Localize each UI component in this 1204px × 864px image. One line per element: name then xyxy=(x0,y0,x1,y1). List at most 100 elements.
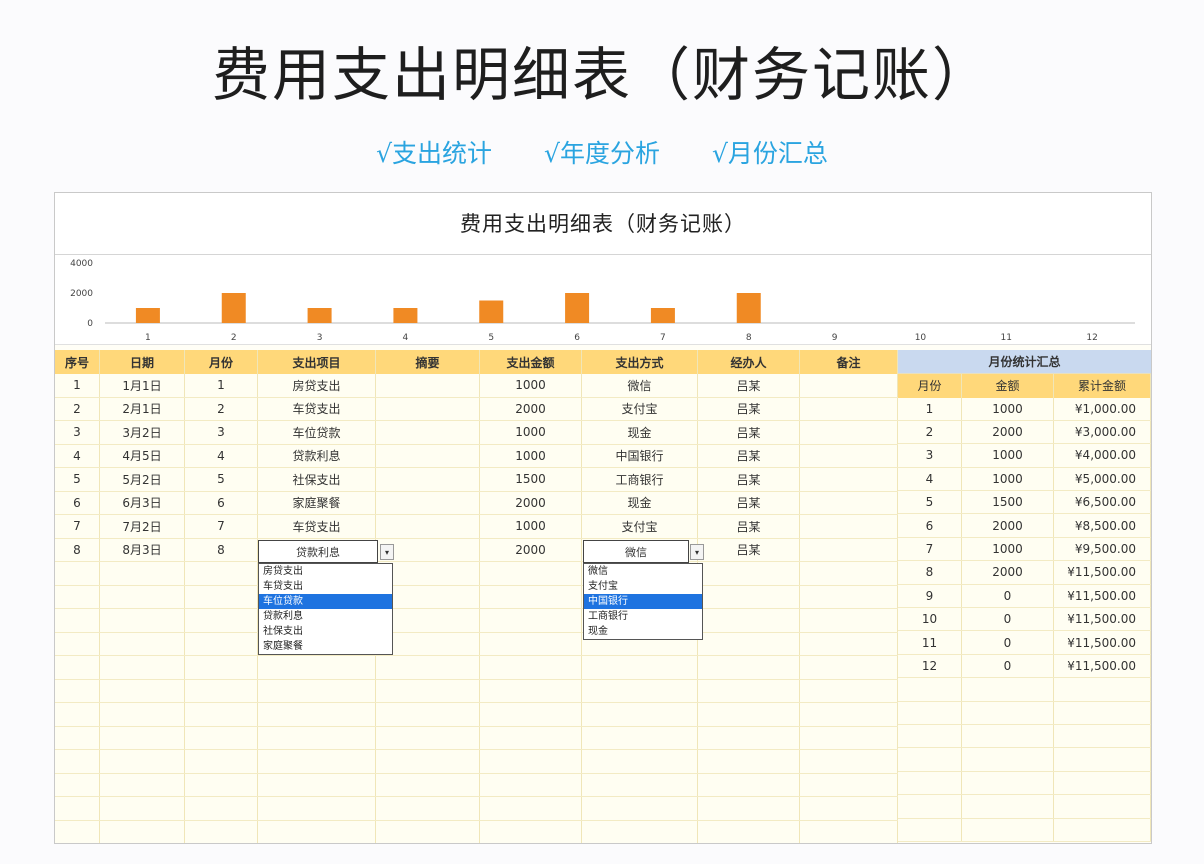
cell-col-amount[interactable]: 1000 xyxy=(480,515,582,538)
cell-col-handler[interactable]: 吕某 xyxy=(698,491,800,514)
empty-cell[interactable] xyxy=(962,748,1054,771)
summary-cell-cumulative[interactable]: ¥5,000.00 xyxy=(1054,467,1151,491)
cell-col-amount[interactable]: 2000 xyxy=(480,397,582,420)
summary-header-amount[interactable]: 金额 xyxy=(962,374,1054,398)
empty-cell[interactable] xyxy=(55,750,100,773)
empty-cell[interactable] xyxy=(55,609,100,632)
empty-cell[interactable] xyxy=(962,818,1054,841)
empty-cell[interactable] xyxy=(258,656,376,679)
empty-cell[interactable] xyxy=(185,797,258,820)
summary-cell-cumulative[interactable]: ¥11,500.00 xyxy=(1054,561,1151,584)
summary-cell-month[interactable]: 11 xyxy=(898,631,962,654)
summary-header-month[interactable]: 月份 xyxy=(898,374,962,398)
header-col-index[interactable]: 序号 xyxy=(55,350,100,374)
summary-cell-month[interactable]: 4 xyxy=(898,467,962,491)
cell-col-remark[interactable] xyxy=(800,538,898,561)
empty-cell[interactable] xyxy=(582,773,698,796)
empty-cell[interactable] xyxy=(185,703,258,726)
empty-cell[interactable] xyxy=(185,632,258,655)
empty-cell[interactable] xyxy=(376,726,480,749)
summary-cell-cumulative[interactable]: ¥11,500.00 xyxy=(1054,608,1151,631)
empty-cell[interactable] xyxy=(800,632,898,655)
empty-cell[interactable] xyxy=(258,820,376,843)
cell-col-handler[interactable]: 吕某 xyxy=(698,515,800,538)
cell-col-month[interactable]: 1 xyxy=(185,374,258,397)
empty-cell[interactable] xyxy=(698,585,800,608)
empty-cell[interactable] xyxy=(100,750,185,773)
cell-col-method[interactable]: 支付宝 xyxy=(582,397,698,420)
empty-cell[interactable] xyxy=(55,679,100,702)
cell-col-month[interactable]: 8 xyxy=(185,538,258,561)
cell-col-month[interactable]: 6 xyxy=(185,491,258,514)
summary-cell-amount[interactable]: 1000 xyxy=(962,537,1054,561)
header-col-remark[interactable]: 备注 xyxy=(800,350,898,374)
header-col-summary[interactable]: 摘要 xyxy=(376,350,480,374)
empty-cell[interactable] xyxy=(1054,818,1151,841)
header-col-month[interactable]: 月份 xyxy=(185,350,258,374)
empty-cell[interactable] xyxy=(1054,795,1151,818)
cell-col-item[interactable]: 车位贷款 xyxy=(258,421,376,444)
header-col-amount[interactable]: 支出金额 xyxy=(480,350,582,374)
empty-cell[interactable] xyxy=(698,609,800,632)
summary-cell-amount[interactable]: 1000 xyxy=(962,467,1054,491)
empty-cell[interactable] xyxy=(480,679,582,702)
bar-2[interactable] xyxy=(221,293,246,323)
empty-cell[interactable] xyxy=(100,820,185,843)
summary-cell-cumulative[interactable]: ¥11,500.00 xyxy=(1054,631,1151,654)
empty-cell[interactable] xyxy=(582,726,698,749)
empty-cell[interactable] xyxy=(698,750,800,773)
empty-cell[interactable] xyxy=(962,795,1054,818)
summary-cell-month[interactable]: 6 xyxy=(898,514,962,537)
cell-col-index[interactable]: 3 xyxy=(55,421,100,444)
cell-col-method[interactable]: 现金 xyxy=(582,421,698,444)
cell-col-handler[interactable]: 吕某 xyxy=(698,421,800,444)
cell-col-date[interactable]: 5月2日 xyxy=(100,468,185,491)
bar-6[interactable] xyxy=(565,293,590,323)
cell-col-index[interactable]: 6 xyxy=(55,491,100,514)
summary-cell-month[interactable]: 12 xyxy=(898,654,962,678)
empty-cell[interactable] xyxy=(698,632,800,655)
empty-cell[interactable] xyxy=(480,562,582,585)
cell-col-item[interactable]: 贷款利息 xyxy=(258,444,376,467)
empty-cell[interactable] xyxy=(962,701,1054,724)
cell-col-summary[interactable] xyxy=(376,444,480,467)
cell-col-amount[interactable]: 1000 xyxy=(480,421,582,444)
cell-col-summary[interactable] xyxy=(376,491,480,514)
cell-col-amount[interactable]: 2000 xyxy=(480,538,582,561)
empty-cell[interactable] xyxy=(1054,701,1151,724)
empty-cell[interactable] xyxy=(962,771,1054,795)
empty-cell[interactable] xyxy=(185,750,258,773)
cell-col-remark[interactable] xyxy=(800,444,898,467)
dropdown-option[interactable]: 贷款利息 xyxy=(259,609,392,624)
dropdown-option[interactable]: 微信 xyxy=(584,564,702,579)
empty-cell[interactable] xyxy=(698,820,800,843)
empty-cell[interactable] xyxy=(100,632,185,655)
cell-col-remark[interactable] xyxy=(800,421,898,444)
dropdown-option[interactable]: 支付宝 xyxy=(584,579,702,594)
empty-cell[interactable] xyxy=(258,679,376,702)
empty-cell[interactable] xyxy=(698,562,800,585)
summary-cell-month[interactable]: 2 xyxy=(898,420,962,444)
empty-cell[interactable] xyxy=(582,797,698,820)
cell-col-index[interactable]: 5 xyxy=(55,468,100,491)
cell-col-item[interactable]: 房贷支出 xyxy=(258,374,376,397)
empty-cell[interactable] xyxy=(100,585,185,608)
empty-cell[interactable] xyxy=(800,820,898,843)
cell-col-item[interactable]: 社保支出 xyxy=(258,468,376,491)
bar-5[interactable] xyxy=(479,300,504,324)
cell-col-method[interactable]: 中国银行 xyxy=(582,444,698,467)
empty-cell[interactable] xyxy=(55,773,100,796)
cell-col-method[interactable]: 支付宝 xyxy=(582,515,698,538)
summary-cell-amount[interactable]: 0 xyxy=(962,654,1054,678)
empty-cell[interactable] xyxy=(582,679,698,702)
empty-cell[interactable] xyxy=(100,656,185,679)
cell-col-month[interactable]: 5 xyxy=(185,468,258,491)
cell-col-month[interactable]: 3 xyxy=(185,421,258,444)
cell-col-summary[interactable] xyxy=(376,397,480,420)
empty-cell[interactable] xyxy=(376,797,480,820)
summary-cell-cumulative[interactable]: ¥9,500.00 xyxy=(1054,537,1151,561)
bar-4[interactable] xyxy=(393,308,418,323)
empty-cell[interactable] xyxy=(55,632,100,655)
empty-cell[interactable] xyxy=(480,773,582,796)
empty-cell[interactable] xyxy=(376,773,480,796)
